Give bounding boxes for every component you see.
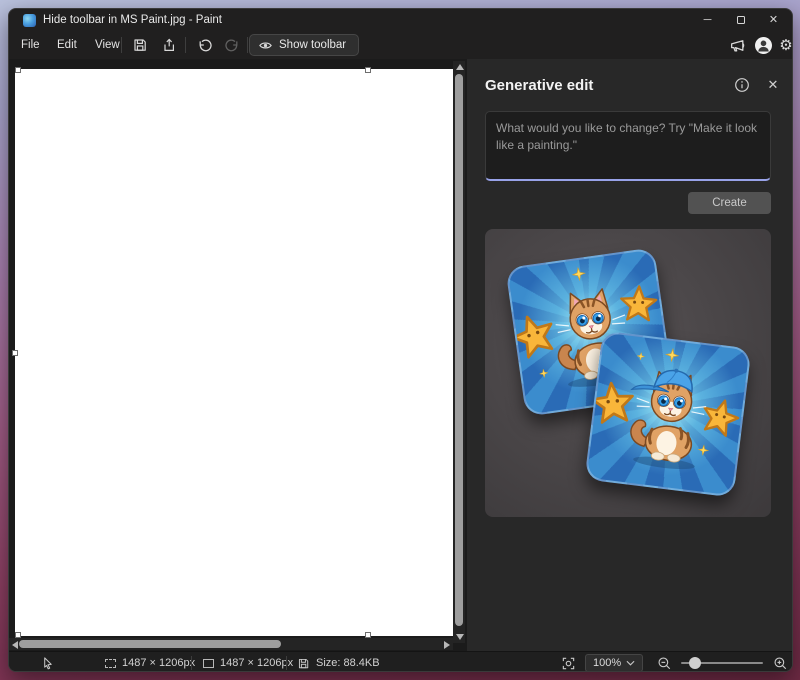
file-size-value: Size: 88.4KB [316, 657, 380, 669]
statusbar: 1487 × 1206px 1487 × 1206px Size: 88.4KB… [9, 651, 792, 672]
account-button[interactable] [751, 33, 775, 57]
menu-edit[interactable]: Edit [51, 31, 83, 59]
maximize-icon [737, 16, 745, 24]
fit-to-screen-icon [561, 656, 576, 671]
save-button[interactable] [128, 33, 152, 57]
paint-window: Hide toolbar in MS Paint.jpg - Paint ─ ✕… [8, 8, 793, 672]
zoom-in-icon [773, 656, 788, 671]
info-button[interactable] [733, 76, 751, 94]
selection-handle[interactable] [12, 350, 18, 356]
selection-size-value: 1487 × 1206px [122, 657, 195, 669]
statusbar-divider [286, 656, 287, 670]
cat-with-cap-illustration [613, 356, 726, 477]
panel-close-button[interactable]: ✕ [764, 76, 782, 94]
zoom-out-button[interactable] [657, 652, 672, 672]
file-size-indicator: Size: 88.4KB [297, 652, 380, 672]
avatar [755, 37, 772, 54]
paint-canvas[interactable] [15, 69, 453, 636]
horizontal-scrollbar-thumb[interactable] [19, 640, 281, 648]
zoom-slider[interactable] [681, 662, 763, 664]
horizontal-scrollbar[interactable] [9, 638, 453, 650]
selection-size-indicator: 1487 × 1206px [105, 652, 195, 672]
save-icon [132, 37, 148, 53]
cursor-icon [41, 656, 54, 670]
megaphone-icon [729, 37, 746, 54]
redo-icon [224, 37, 240, 53]
generative-edit-panel: Generative edit ✕ Create [467, 59, 793, 651]
menubar: File Edit View [9, 31, 792, 59]
prompt-input[interactable] [485, 111, 771, 181]
create-button[interactable]: Create [688, 192, 771, 214]
feedback-button[interactable] [725, 33, 749, 57]
cursor-position-indicator [41, 652, 54, 672]
show-toolbar-button[interactable]: Show toolbar [249, 34, 359, 56]
undo-button[interactable] [193, 33, 217, 57]
window-title: Hide toolbar in MS Paint.jpg - Paint [43, 9, 222, 31]
vertical-scrollbar-thumb[interactable] [455, 74, 463, 626]
show-toolbar-label: Show toolbar [279, 35, 346, 55]
panel-title: Generative edit [485, 77, 593, 94]
close-button[interactable]: ✕ [757, 9, 790, 31]
zoom-slider-thumb[interactable] [689, 657, 701, 669]
vertical-scrollbar[interactable] [453, 61, 465, 643]
eye-icon [258, 38, 273, 53]
menu-file[interactable]: File [15, 31, 46, 59]
paint-app-icon [23, 14, 36, 27]
redo-button[interactable] [220, 33, 244, 57]
chevron-down-icon [626, 660, 635, 666]
person-icon [755, 37, 772, 54]
zoom-out-icon [657, 656, 672, 671]
statusbar-divider [191, 656, 192, 670]
menubar-divider [247, 37, 248, 53]
scroll-left-arrow[interactable] [12, 641, 18, 649]
menubar-divider [185, 37, 186, 53]
canvas-size-indicator: 1487 × 1206px [203, 652, 293, 672]
selection-size-icon [105, 659, 116, 668]
fit-to-screen-button[interactable] [561, 652, 576, 672]
share-button[interactable] [157, 33, 181, 57]
file-size-icon [297, 657, 310, 670]
scroll-up-arrow[interactable] [456, 64, 464, 70]
minimize-button[interactable]: ─ [691, 9, 724, 31]
settings-button[interactable]: ⚙ [774, 33, 793, 57]
info-icon [734, 77, 750, 93]
selection-handle[interactable] [365, 67, 371, 73]
canvas-area [9, 59, 467, 651]
titlebar: Hide toolbar in MS Paint.jpg - Paint ─ ✕ [9, 9, 792, 31]
scroll-right-arrow[interactable] [444, 641, 450, 649]
maximize-button[interactable] [724, 9, 757, 31]
selection-handle[interactable] [15, 67, 21, 73]
generated-cat-card-2 [584, 330, 751, 497]
zoom-value: 100% [593, 657, 621, 669]
zoom-percentage-dropdown[interactable]: 100% [585, 654, 643, 672]
undo-icon [197, 37, 213, 53]
generated-image-preview[interactable] [485, 229, 771, 517]
share-icon [161, 37, 177, 53]
gear-icon: ⚙ [779, 38, 792, 53]
menubar-divider [121, 37, 122, 53]
zoom-in-button[interactable] [773, 652, 788, 672]
scroll-down-arrow[interactable] [456, 634, 464, 640]
canvas-size-icon [203, 659, 214, 668]
canvas-size-value: 1487 × 1206px [220, 657, 293, 669]
